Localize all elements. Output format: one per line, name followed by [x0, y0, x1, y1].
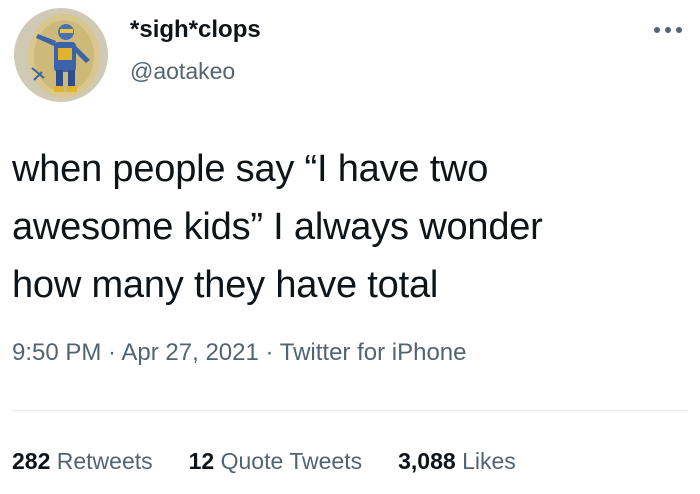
meta-separator: · — [258, 339, 280, 366]
quote-tweets-label: Quote Tweets — [214, 448, 363, 474]
tweet-meta: 9:50 PM · Apr 27, 2021 · Twitter for iPh… — [12, 339, 467, 367]
retweets-stat[interactable]: 282 Retweets — [12, 448, 153, 475]
tweet-date[interactable]: Apr 27, 2021 — [121, 339, 258, 366]
avatar-image — [14, 8, 108, 102]
tweet-source[interactable]: Twitter for iPhone — [280, 339, 467, 366]
likes-label: Likes — [455, 448, 516, 474]
more-options-button[interactable] — [650, 18, 686, 42]
quote-tweets-stat[interactable]: 12 Quote Tweets — [189, 448, 362, 475]
likes-count: 3,088 — [398, 448, 456, 474]
tweet-text-line: when people say “I have two — [12, 148, 489, 190]
display-name[interactable]: *sigh*clops — [130, 16, 261, 44]
tweet-text-line: awesome kids” I always wonder — [12, 206, 543, 248]
tweet-stats: 282 Retweets 12 Quote Tweets 3,088 Likes — [12, 448, 516, 475]
tweet-time[interactable]: 9:50 PM — [12, 339, 101, 366]
retweets-label: Retweets — [50, 448, 153, 474]
retweets-count: 282 — [12, 448, 51, 474]
likes-stat[interactable]: 3,088 Likes — [398, 448, 516, 475]
divider — [12, 410, 688, 411]
tweet-text-line: how many they have total — [12, 264, 439, 306]
quote-tweets-count: 12 — [188, 448, 215, 474]
tweet-text: when people say “I have two awesome kids… — [12, 140, 688, 314]
avatar[interactable] — [14, 8, 108, 102]
meta-separator: · — [101, 339, 122, 366]
more-horizontal-icon-dot — [665, 27, 671, 33]
more-horizontal-icon — [654, 27, 660, 33]
more-horizontal-icon-dot — [676, 27, 682, 33]
tweet-card: *sigh*clops @aotakeo when people say “I … — [0, 0, 700, 494]
user-handle[interactable]: @aotakeo — [130, 58, 235, 85]
